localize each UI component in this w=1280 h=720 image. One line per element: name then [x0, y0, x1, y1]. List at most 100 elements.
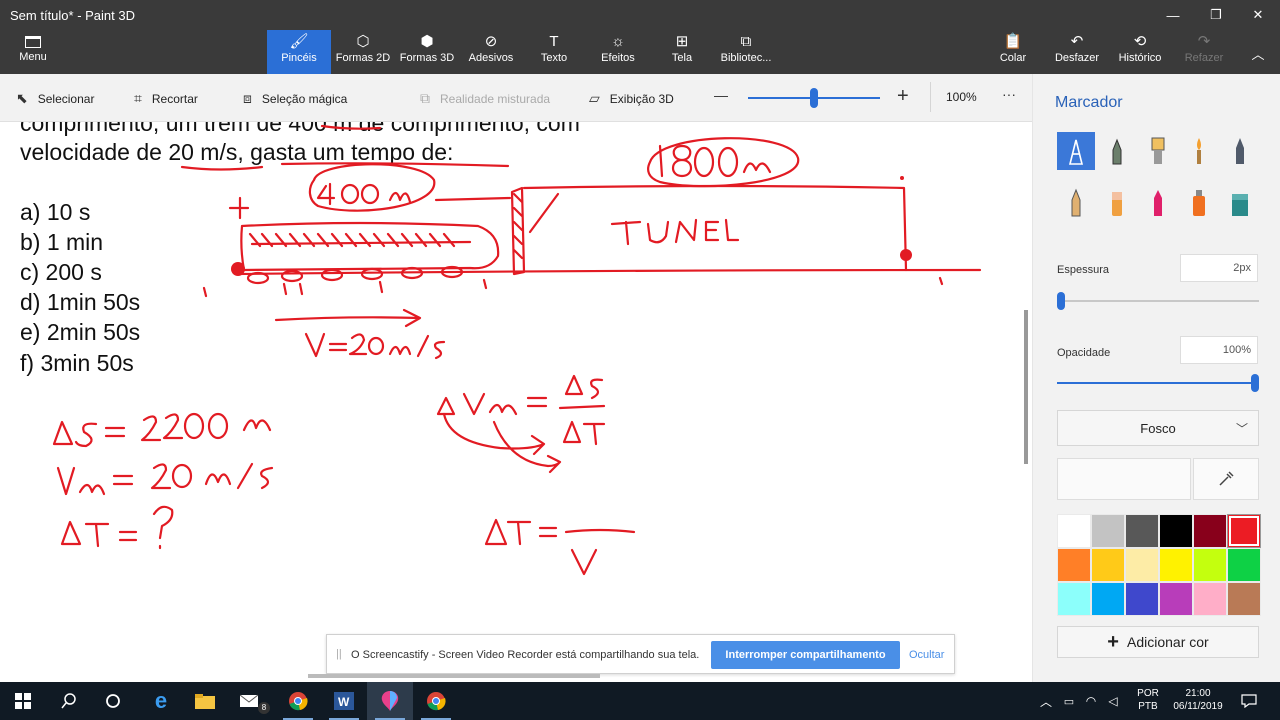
undo-button[interactable]: ↶ Desfazer — [1045, 30, 1109, 74]
maximize-button[interactable]: ❐ — [1196, 0, 1236, 30]
windows-logo-icon — [15, 693, 31, 709]
drawing-canvas[interactable]: comprimento, um trem de 400 m de comprim… — [0, 122, 1032, 682]
color-swatch[interactable] — [1193, 514, 1227, 548]
oil-brush-icon — [1151, 137, 1165, 164]
crop-button[interactable]: ⌗ Recortar — [134, 90, 198, 107]
color-swatch[interactable] — [1125, 548, 1159, 582]
menu-button[interactable]: Menu — [8, 30, 58, 74]
task-view-button[interactable] — [90, 682, 136, 720]
color-swatch[interactable] — [1125, 582, 1159, 616]
color-swatch[interactable] — [1057, 548, 1091, 582]
color-swatch[interactable] — [1091, 582, 1125, 616]
color-swatch[interactable] — [1125, 514, 1159, 548]
mixed-reality-button[interactable]: ⧉ Realidade misturada — [420, 90, 550, 107]
tool-label: Histórico — [1118, 52, 1162, 64]
crayon-brush[interactable] — [1139, 184, 1177, 222]
tab-text[interactable]: T Texto — [522, 30, 586, 74]
tab-canvas[interactable]: ⊞ Tela — [650, 30, 714, 74]
paint3d-icon — [381, 691, 399, 711]
select-button[interactable]: ⬉ Selecionar — [16, 90, 94, 107]
pixel-pen-brush[interactable] — [1221, 132, 1259, 170]
color-swatch[interactable] — [1091, 514, 1125, 548]
eraser-brush[interactable] — [1098, 184, 1136, 222]
zoom-in-button[interactable]: + — [897, 85, 909, 108]
start-button[interactable] — [0, 682, 46, 720]
drag-handle-icon[interactable]: || — [336, 648, 342, 660]
divider — [930, 82, 931, 112]
calligraphy-pen-brush[interactable] — [1098, 132, 1136, 170]
color-swatch[interactable] — [1227, 514, 1261, 548]
chrome-taskbar-button[interactable] — [275, 682, 321, 720]
network-button[interactable]: ◠ — [1080, 682, 1102, 720]
tab-3d-shapes[interactable]: ⬢ Formas 3D — [395, 30, 459, 74]
hide-button[interactable]: Ocultar — [909, 649, 944, 661]
word-taskbar-button[interactable]: W — [321, 682, 367, 720]
add-color-button[interactable]: + Adicionar cor — [1057, 626, 1259, 658]
magic-select-button[interactable]: ⧈ Seleção mágica — [243, 90, 347, 107]
mixed-reality-label: Realidade misturada — [440, 91, 551, 106]
search-button[interactable] — [46, 682, 92, 720]
battery-button[interactable]: ▭ — [1058, 682, 1080, 720]
watercolor-brush[interactable] — [1180, 132, 1218, 170]
mail-taskbar-button[interactable]: 8 — [228, 682, 274, 720]
thickness-slider-track[interactable] — [1057, 300, 1259, 302]
zoom-value[interactable]: 100% — [946, 90, 977, 104]
thickness-input[interactable]: 2px — [1180, 254, 1258, 282]
marker-brush[interactable] — [1057, 132, 1095, 170]
color-swatch[interactable] — [1227, 548, 1261, 582]
color-swatch[interactable] — [1159, 514, 1193, 548]
spray-can-brush[interactable] — [1180, 184, 1218, 222]
thickness-slider-thumb[interactable] — [1057, 292, 1065, 310]
zoom-slider-thumb[interactable] — [810, 88, 818, 108]
edge-taskbar-button[interactable]: e — [138, 682, 184, 720]
redo-button[interactable]: ↷ Refazer — [1172, 30, 1236, 74]
folder-icon — [25, 36, 41, 48]
color-swatch[interactable] — [1057, 514, 1091, 548]
file-explorer-taskbar-button[interactable] — [182, 682, 228, 720]
close-button[interactable]: ✕ — [1238, 0, 1278, 30]
horizontal-scrollbar[interactable] — [308, 674, 600, 678]
tab-library[interactable]: ⧉ Bibliotec... — [714, 30, 778, 74]
color-swatch[interactable] — [1159, 582, 1193, 616]
color-swatch[interactable] — [1057, 582, 1091, 616]
color-swatch[interactable] — [1193, 548, 1227, 582]
color-swatch[interactable] — [1193, 582, 1227, 616]
language-indicator[interactable]: POR PTB — [1132, 687, 1164, 713]
action-center-button[interactable] — [1232, 682, 1266, 720]
opacity-input[interactable]: 100% — [1180, 336, 1258, 364]
paint3d-taskbar-button[interactable] — [367, 682, 413, 720]
color-swatch[interactable] — [1227, 582, 1261, 616]
show-hidden-icons-button[interactable]: ︿ — [1034, 682, 1058, 720]
opacity-slider-track[interactable] — [1057, 382, 1259, 384]
zoom-out-button[interactable]: — — [714, 87, 728, 103]
volume-button[interactable]: ◁ — [1102, 682, 1124, 720]
spray-can-icon — [1193, 190, 1205, 216]
3d-view-button[interactable]: ▱ Exibição 3D — [589, 90, 674, 107]
stop-sharing-button[interactable]: Interromper compartilhamento — [711, 641, 900, 669]
pixel-pen-icon — [1236, 138, 1244, 164]
paste-button[interactable]: 📋 Colar — [981, 30, 1045, 74]
oil-brush[interactable] — [1139, 132, 1177, 170]
magic-select-label: Seleção mágica — [261, 91, 348, 106]
tab-brushes[interactable]: 🖌 Pincéis — [267, 30, 331, 74]
brush-icon: 🖌 — [289, 33, 309, 50]
color-swatch[interactable] — [1091, 548, 1125, 582]
eyedropper-button[interactable] — [1193, 458, 1259, 500]
fill-bucket-brush[interactable] — [1221, 184, 1259, 222]
pencil-brush[interactable] — [1057, 184, 1095, 222]
color-swatch[interactable] — [1159, 548, 1193, 582]
history-button[interactable]: ⟲ Histórico — [1108, 30, 1172, 74]
tab-2d-shapes[interactable]: ⬡ Formas 2D — [331, 30, 395, 74]
tab-effects[interactable]: ☼ Efeitos — [586, 30, 650, 74]
clock[interactable]: 21:00 06/11/2019 — [1166, 687, 1230, 713]
tab-stickers[interactable]: ⊘ Adesivos — [459, 30, 523, 74]
chrome-taskbar-button-2[interactable] — [413, 682, 459, 720]
more-button[interactable]: ··· — [1002, 86, 1016, 102]
finish-dropdown[interactable]: Fosco ﹀ — [1057, 410, 1259, 446]
opacity-label: Opacidade — [1057, 347, 1111, 359]
minimize-button[interactable]: — — [1153, 0, 1193, 30]
collapse-ribbon-button[interactable]: ︿ — [1238, 38, 1278, 68]
canvas-scrollbar[interactable] — [1024, 310, 1028, 464]
crop-icon: ⌗ — [134, 90, 142, 106]
opacity-slider-thumb[interactable] — [1251, 374, 1259, 392]
